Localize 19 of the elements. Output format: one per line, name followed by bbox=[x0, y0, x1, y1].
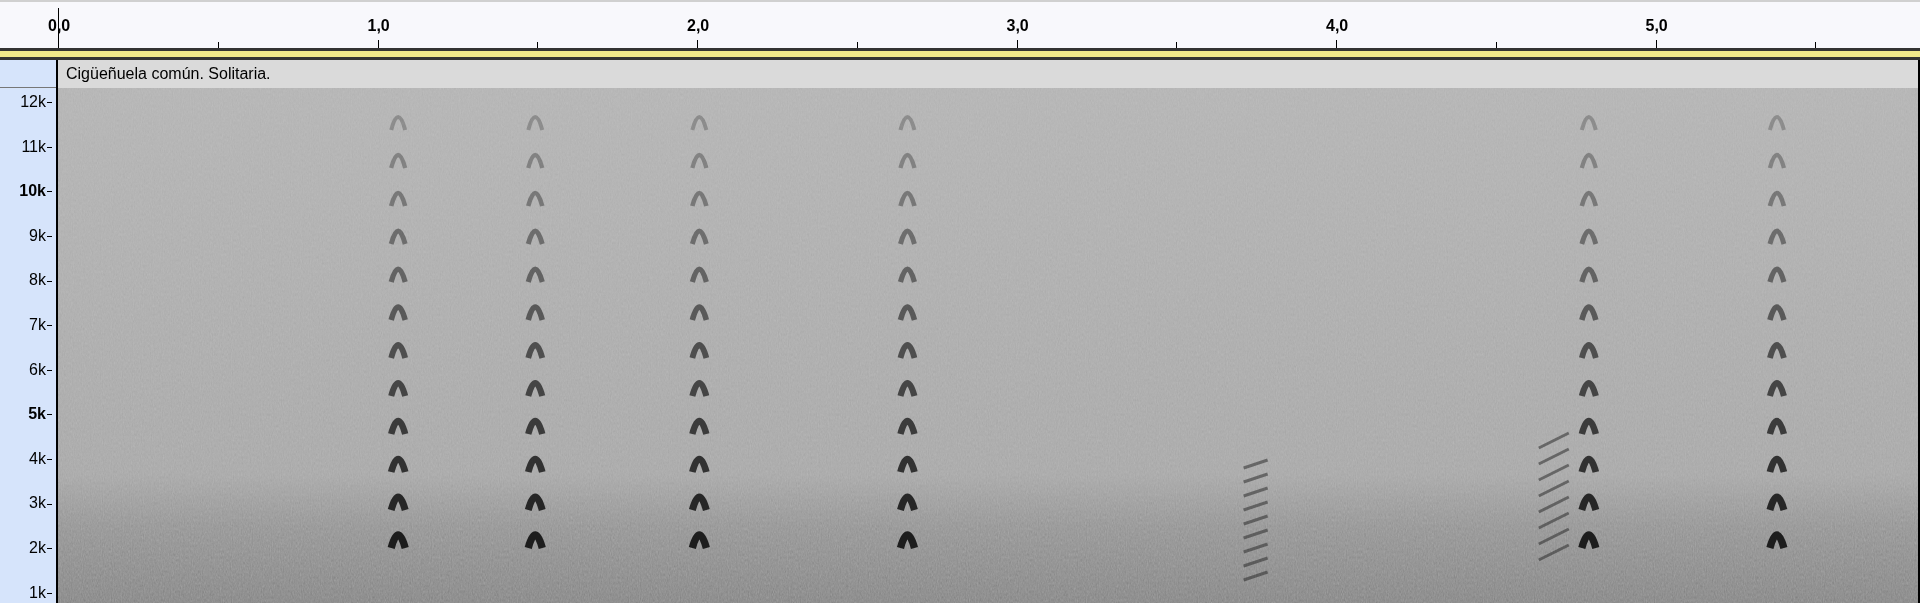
label-track[interactable]: Cigüeñuela común. Solitaria. bbox=[58, 60, 1918, 88]
time-label: 3,0 bbox=[1006, 16, 1029, 36]
frequency-label: 1k bbox=[29, 584, 52, 601]
time-label: 2,0 bbox=[687, 16, 710, 36]
frequency-label: 7k bbox=[29, 317, 52, 333]
frequency-label: 6k bbox=[29, 361, 52, 378]
frequency-label: 3k bbox=[29, 495, 52, 512]
frequency-label: 5k bbox=[28, 406, 52, 423]
frequency-label: 9k bbox=[29, 227, 52, 244]
label-text[interactable]: Cigüeñuela común. Solitaria. bbox=[66, 62, 271, 86]
frequency-label: 2k bbox=[29, 540, 52, 556]
time-label: 1,0 bbox=[367, 16, 390, 36]
time-label: 4,0 bbox=[1326, 16, 1349, 36]
frequency-label: 8k bbox=[29, 272, 52, 289]
frequency-label: 10k bbox=[19, 183, 52, 200]
frequency-label: 11k bbox=[21, 138, 52, 155]
frequency-label: 12k bbox=[20, 94, 52, 110]
time-label: 5,0 bbox=[1645, 16, 1668, 36]
frequency-label: 4k bbox=[29, 450, 52, 467]
